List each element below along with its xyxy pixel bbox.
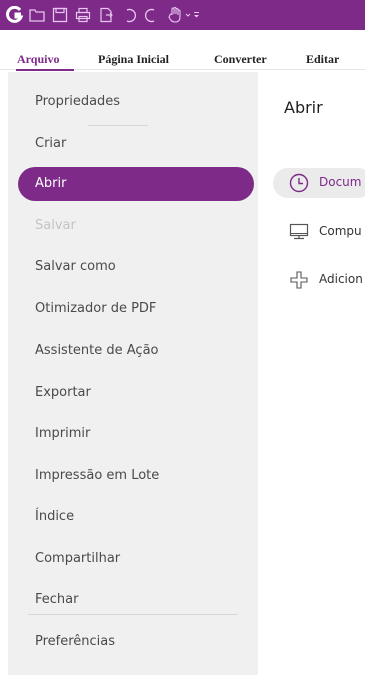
menu-item-label: Assistente de Ação xyxy=(35,343,159,358)
menu-item-abrir[interactable]: Abrir xyxy=(18,167,254,201)
menu-divider xyxy=(88,125,148,126)
menu-item-label: Propriedades xyxy=(35,94,121,109)
tab-arquivo[interactable]: Arquivo xyxy=(17,52,59,67)
backstage-menu: Propriedades Criar Abrir Salvar Salvar c… xyxy=(8,72,258,675)
redo-icon[interactable] xyxy=(142,6,160,24)
customize-dropdown-icon[interactable] xyxy=(184,6,204,24)
menu-item-label: Salvar xyxy=(35,218,76,233)
menu-item-propriedades[interactable]: Propriedades xyxy=(8,85,258,119)
menu-item-salvar: Salvar xyxy=(8,209,258,243)
tab-editar[interactable]: Editar xyxy=(306,52,339,67)
menu-item-salvar-como[interactable]: Salvar como xyxy=(8,250,258,284)
menu-item-label: Criar xyxy=(35,136,67,151)
menu-item-exportar[interactable]: Exportar xyxy=(8,376,258,410)
menu-item-impressao-em-lote[interactable]: Impressão em Lote xyxy=(8,459,258,493)
open-option-label: Docum xyxy=(319,175,362,189)
menu-item-label: Salvar como xyxy=(35,259,116,274)
menu-item-label: Otimizador de PDF xyxy=(35,301,157,316)
quick-access-toolbar xyxy=(0,0,365,30)
undo-icon[interactable] xyxy=(121,6,139,24)
hand-tool-icon[interactable] xyxy=(166,6,184,24)
open-option-label: Compu xyxy=(319,224,362,238)
print-icon[interactable] xyxy=(74,6,92,24)
menu-item-criar[interactable]: Criar xyxy=(8,127,258,161)
open-folder-icon[interactable] xyxy=(28,6,46,24)
export-icon[interactable] xyxy=(97,6,115,24)
ribbon-tabs: Arquivo Página Inicial Converter Editar xyxy=(0,30,365,71)
menu-item-imprimir[interactable]: Imprimir xyxy=(8,417,258,451)
tab-converter[interactable]: Converter xyxy=(214,52,267,67)
app-logo-icon xyxy=(6,6,24,24)
menu-item-label: Compartilhar xyxy=(35,551,121,566)
menu-item-otimizador-de-pdf[interactable]: Otimizador de PDF xyxy=(8,292,258,326)
menu-item-label: Imprimir xyxy=(35,426,91,441)
active-tab-indicator xyxy=(16,69,74,71)
menu-item-label: Abrir xyxy=(35,176,67,191)
menu-item-assistente-de-acao[interactable]: Assistente de Ação xyxy=(8,334,258,368)
add-location-icon xyxy=(288,269,310,291)
menu-item-label: Exportar xyxy=(35,385,91,400)
save-icon[interactable] xyxy=(51,6,69,24)
menu-item-label: Impressão em Lote xyxy=(35,468,160,483)
computer-icon xyxy=(288,221,310,243)
clock-icon xyxy=(288,172,310,194)
open-option-recent-documents[interactable]: Docum xyxy=(273,168,365,198)
menu-item-label: Preferências xyxy=(35,634,116,649)
panel-title: Abrir xyxy=(284,98,323,117)
menu-item-compartilhar[interactable]: Compartilhar xyxy=(8,542,258,576)
menu-item-fechar[interactable]: Fechar xyxy=(8,583,258,617)
menu-item-indice[interactable]: Índice xyxy=(8,500,258,534)
menu-item-preferencias[interactable]: Preferências xyxy=(8,625,258,659)
menu-item-label: Índice xyxy=(35,509,75,524)
open-option-label: Adicion xyxy=(319,272,363,286)
menu-item-label: Fechar xyxy=(35,592,79,607)
tab-pagina-inicial[interactable]: Página Inicial xyxy=(98,52,169,67)
menu-divider xyxy=(28,614,238,615)
